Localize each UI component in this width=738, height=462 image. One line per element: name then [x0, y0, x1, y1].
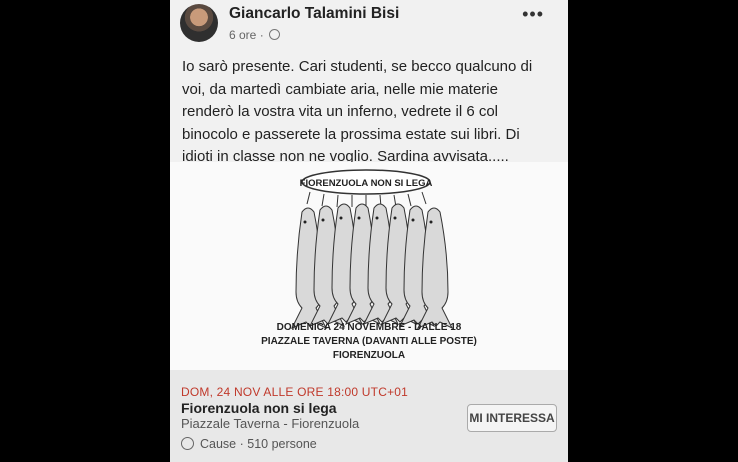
poster-line-2: PIAZZALE TAVERNA (DAVANTI ALLE POSTE)	[261, 336, 477, 347]
poster-illustration: FIORENZUOLA NON SI LEGA DOMENICA 24 NOVE…	[261, 169, 477, 361]
poster-line-3: FIORENZUOLA	[333, 350, 405, 361]
facebook-post-card: Giancarlo Talamini Bisi 6 ore · ••• Io s…	[170, 0, 568, 462]
event-cause: Cause · 510 persone	[181, 437, 317, 451]
post-time[interactable]: 6 ore	[229, 28, 256, 42]
bubble-text: FIORENZUOLA NON SI LEGA	[300, 178, 433, 189]
author-name[interactable]: Giancarlo Talamini Bisi	[229, 5, 399, 23]
event-place: Piazzale Taverna - Fiorenzuola	[181, 416, 360, 431]
screen-background: Giancarlo Talamini Bisi 6 ore · ••• Io s…	[0, 0, 738, 462]
sardines-drawing	[290, 203, 454, 330]
interested-button[interactable]: MI INTERESSA	[467, 404, 557, 432]
post-header: Giancarlo Talamini Bisi 6 ore · •••	[180, 4, 560, 44]
poster-line-1: DOMENICA 24 NOVEMBRE - DALLE 18	[277, 322, 462, 333]
more-options-icon[interactable]: •••	[522, 4, 544, 25]
globe-icon	[269, 29, 281, 40]
event-date: DOM, 24 NOV ALLE ORE 18:00 UTC+01	[181, 385, 409, 399]
event-title[interactable]: Fiorenzuola non si lega	[181, 400, 337, 416]
event-cause-text: Cause · 510 persone	[200, 437, 317, 451]
avatar[interactable]	[180, 4, 218, 42]
post-meta: 6 ore ·	[229, 28, 281, 42]
post-text: Io sarò presente. Cari studenti, se becc…	[182, 58, 533, 165]
event-poster-image[interactable]: FIORENZUOLA NON SI LEGA DOMENICA 24 NOVE…	[170, 162, 568, 370]
meta-separator: ·	[259, 28, 264, 42]
event-info[interactable]: DOM, 24 NOV ALLE ORE 18:00 UTC+01 Fioren…	[170, 370, 568, 462]
location-pin-icon	[181, 437, 194, 450]
